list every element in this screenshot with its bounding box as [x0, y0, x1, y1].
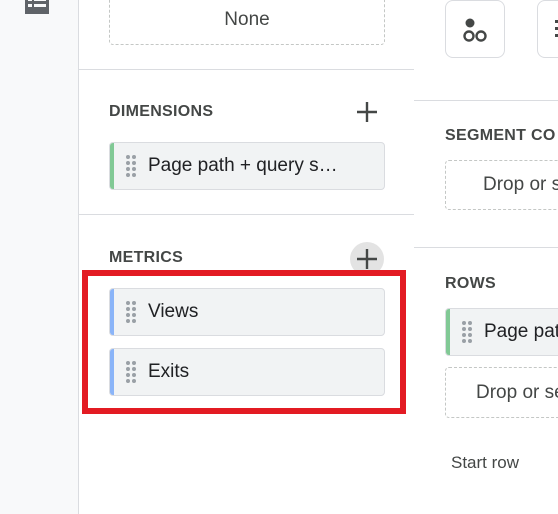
chip-accent: [446, 309, 450, 355]
dimensions-title: DIMENSIONS: [109, 103, 214, 120]
segment-comparisons-title: SEGMENT CO: [445, 127, 556, 144]
row-chip[interactable]: Page pat: [445, 308, 558, 356]
none-dropzone[interactable]: None: [109, 0, 385, 45]
divider: [79, 69, 414, 70]
bar-chart-icon: [555, 20, 558, 37]
plus-icon: [357, 102, 377, 122]
divider: [414, 247, 558, 248]
divider: [414, 100, 558, 101]
chip-accent: [110, 143, 114, 189]
start-row-label: Start row: [451, 453, 520, 472]
none-label: None: [224, 8, 270, 30]
left-rail: [0, 0, 79, 514]
drag-handle-icon[interactable]: [461, 320, 473, 344]
tab-settings-panel: SEGMENT CO Drop or s ROWS Page pat Drop …: [414, 0, 558, 514]
metrics-title: METRICS: [109, 249, 184, 266]
segment-dropzone[interactable]: Drop or s: [445, 160, 558, 210]
visualization-bar-button[interactable]: [537, 0, 558, 58]
visualization-scatter-button[interactable]: [445, 0, 505, 58]
drag-handle-icon[interactable]: [125, 154, 137, 178]
row-chip-label: Page pat: [484, 321, 558, 342]
variables-panel: None DIMENSIONS Page path + query s… MET…: [79, 0, 415, 514]
dimension-chip-label: Page path + query s…: [148, 155, 338, 176]
scatter-chart-icon: [463, 18, 487, 42]
table-icon[interactable]: [24, 0, 50, 16]
plus-icon: [357, 249, 377, 269]
dimension-chip[interactable]: Page path + query s…: [109, 142, 385, 190]
highlight-box: [82, 270, 406, 414]
rows-dropzone[interactable]: Drop or se: [445, 367, 558, 418]
rows-title: ROWS: [445, 275, 496, 292]
divider: [79, 214, 414, 215]
add-dimension-button[interactable]: [352, 97, 382, 127]
rows-dropzone-label: Drop or se: [476, 381, 558, 403]
segment-dropzone-label: Drop or s: [483, 174, 558, 195]
